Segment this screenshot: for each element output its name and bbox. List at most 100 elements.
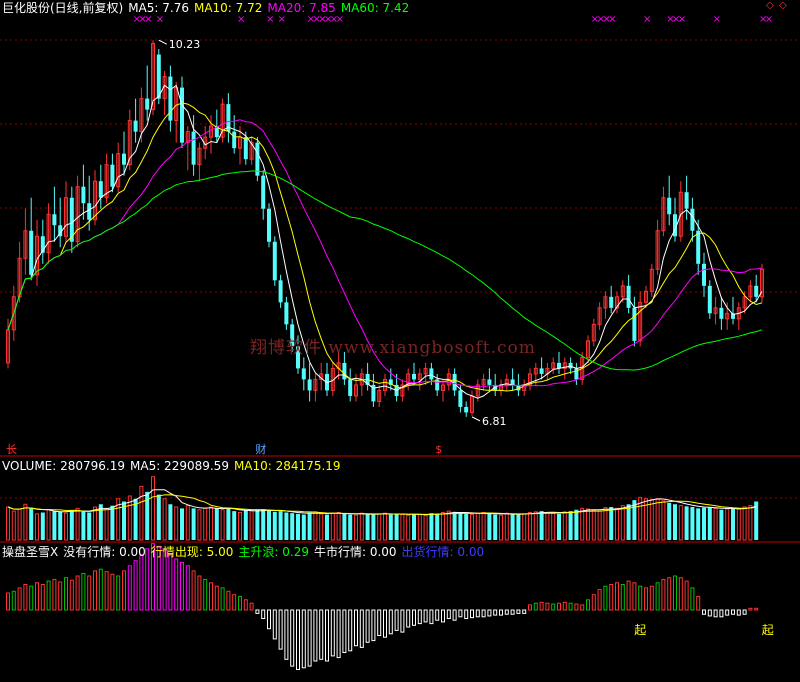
indicator-bar bbox=[127, 565, 132, 611]
volume-bar bbox=[400, 514, 405, 541]
candle-body bbox=[87, 203, 92, 220]
indicator-bar bbox=[557, 602, 561, 611]
indicator-bar bbox=[116, 575, 121, 611]
indicator-bar bbox=[684, 580, 689, 611]
candle-body bbox=[267, 208, 271, 242]
indicator-bar bbox=[342, 609, 347, 653]
close-icon[interactable]: ◇ bbox=[779, 1, 789, 11]
volume-bar bbox=[365, 513, 370, 540]
indicator-bar bbox=[93, 570, 97, 611]
volume-bar bbox=[35, 513, 39, 541]
volume-bar bbox=[110, 505, 115, 540]
indicator-bar bbox=[272, 609, 277, 640]
indicator-bar bbox=[458, 609, 463, 618]
indicator-bar bbox=[261, 609, 266, 619]
volume-bar bbox=[406, 514, 411, 541]
diamond-icon[interactable]: ◇ bbox=[766, 1, 776, 11]
top-mark: × bbox=[678, 14, 686, 25]
indicator-bar bbox=[6, 592, 10, 611]
candle-body bbox=[145, 98, 150, 110]
candle-body bbox=[98, 181, 103, 198]
volume-bar bbox=[470, 514, 474, 541]
candle-body bbox=[696, 230, 701, 264]
volume-bar bbox=[557, 513, 561, 540]
indicator-bar bbox=[249, 602, 254, 611]
indicator-item-5: 出货行情: 0.00 bbox=[401, 545, 485, 559]
indicator-bar bbox=[267, 609, 271, 630]
volume-bar bbox=[307, 512, 312, 540]
candle-body bbox=[301, 368, 306, 380]
indicator-item-1: 没有行情: 0.00 bbox=[63, 545, 146, 559]
indicator-marker: 起 bbox=[634, 623, 646, 637]
indicator-bar bbox=[551, 603, 556, 611]
volume-bar bbox=[545, 512, 550, 541]
volume-bar bbox=[615, 507, 619, 541]
indicator-item-4: 牛市行情: 0.00 bbox=[313, 545, 397, 559]
indicator-bar bbox=[510, 609, 515, 615]
indicator-bar bbox=[719, 609, 724, 618]
indicator-bar bbox=[638, 585, 643, 611]
candle-body bbox=[429, 368, 434, 380]
event-label: $ bbox=[435, 443, 442, 456]
volume-bar bbox=[591, 509, 596, 541]
indicator-bar bbox=[232, 594, 237, 611]
volume-bar bbox=[458, 513, 463, 540]
indicator-bar bbox=[568, 602, 573, 611]
indicator-bar bbox=[655, 582, 660, 611]
indicator-bar bbox=[423, 609, 428, 623]
top-mark: × bbox=[144, 14, 152, 25]
volume-header: VOLUME: 280796.19 MA5: 229089.59 MA10: 284… bbox=[2, 459, 346, 473]
volume-bar bbox=[151, 476, 155, 541]
indicator-bar bbox=[191, 570, 196, 611]
volume-bar bbox=[348, 514, 353, 540]
volume-bar bbox=[40, 512, 45, 540]
volume-bar bbox=[731, 508, 735, 540]
volume-bar bbox=[702, 507, 706, 540]
candle-body bbox=[191, 131, 196, 165]
indicator-bar bbox=[168, 553, 173, 611]
ma10-value: MA10: 7.72 bbox=[193, 1, 263, 15]
annotation-label: 10.23 bbox=[169, 38, 201, 51]
ma20-value: MA20: 7.85 bbox=[267, 1, 336, 15]
indicator-bar bbox=[133, 560, 138, 611]
volume-bar bbox=[504, 512, 509, 541]
volume-bar bbox=[533, 511, 538, 541]
volume-bar bbox=[330, 512, 335, 541]
volume-bar bbox=[377, 513, 382, 541]
volume-bar bbox=[626, 504, 631, 540]
indicator-bar bbox=[678, 577, 683, 611]
candle-body bbox=[110, 164, 115, 187]
volume-bar bbox=[238, 512, 242, 541]
event-label: 长 bbox=[6, 443, 17, 456]
indicator-bar bbox=[470, 609, 474, 619]
volume-bar bbox=[435, 513, 440, 540]
indicator-bar bbox=[87, 575, 92, 611]
volume-bar bbox=[510, 513, 515, 540]
volume-bar bbox=[371, 514, 376, 540]
indicator-bar bbox=[539, 601, 544, 611]
candle-body bbox=[510, 379, 515, 385]
volume-bar bbox=[290, 513, 295, 540]
indicator-bar bbox=[330, 609, 335, 657]
volume-bar bbox=[655, 498, 660, 541]
volume-bar bbox=[609, 507, 614, 540]
volume-bar bbox=[441, 512, 445, 541]
indicator-bar bbox=[383, 609, 387, 638]
volume-bar bbox=[52, 511, 57, 540]
indicator-bar bbox=[707, 609, 712, 617]
indicator-bar bbox=[255, 609, 260, 614]
volume-bar bbox=[725, 508, 730, 541]
top-mark: × bbox=[713, 14, 721, 25]
volume-bar bbox=[551, 512, 556, 541]
volume-bar bbox=[174, 506, 179, 541]
volume-bar bbox=[203, 507, 208, 541]
indicator-bar bbox=[725, 609, 730, 616]
volume-bar bbox=[272, 511, 277, 540]
candle-body bbox=[348, 379, 353, 396]
volume-bar bbox=[336, 512, 341, 541]
indicator-bar bbox=[615, 582, 619, 611]
indicator-item-2: 行情出现: 5.00 bbox=[150, 545, 234, 559]
indicator-bar bbox=[731, 609, 735, 615]
indicator-bar bbox=[365, 609, 370, 643]
candle-body bbox=[754, 285, 759, 297]
